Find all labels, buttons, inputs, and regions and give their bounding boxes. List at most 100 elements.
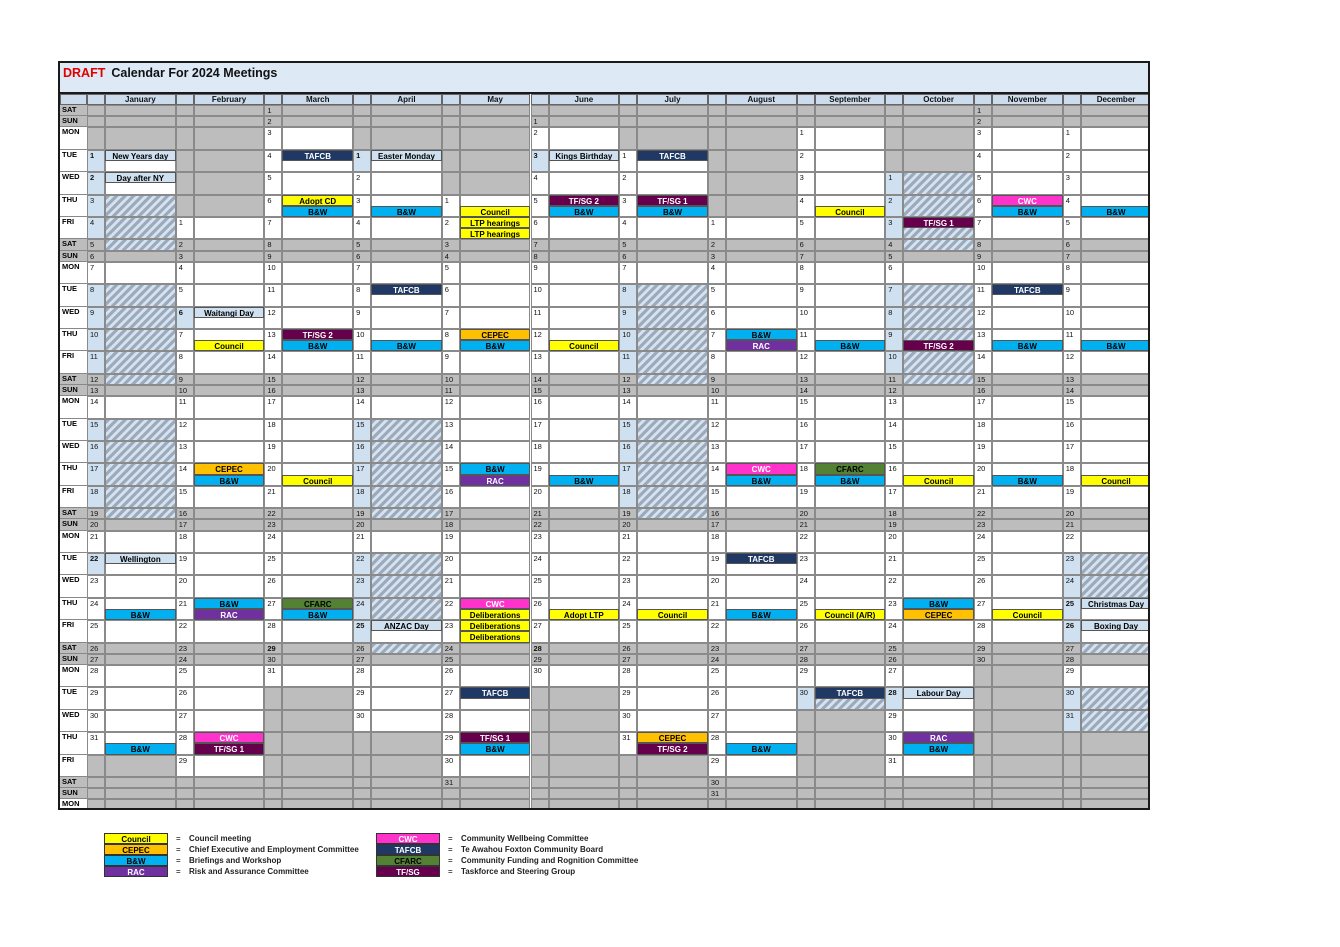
meeting-b-w[interactable]: B&W bbox=[725, 474, 797, 486]
day-number: 30 bbox=[977, 654, 986, 664]
meeting-tafcb[interactable]: TAFCB bbox=[282, 149, 354, 161]
meeting-council[interactable]: Council bbox=[1080, 474, 1148, 486]
meeting-b-w[interactable]: B&W bbox=[1080, 340, 1148, 352]
meeting-b-w[interactable]: B&W bbox=[637, 205, 708, 217]
meeting-b-w[interactable]: B&W bbox=[992, 340, 1063, 352]
meeting-council[interactable]: Council bbox=[992, 609, 1063, 621]
meeting-b-w[interactable]: B&W bbox=[903, 743, 974, 755]
meeting-tf-sg-1[interactable]: TF/SG 1 bbox=[903, 217, 974, 229]
meeting-b-w[interactable]: B&W bbox=[814, 474, 886, 486]
meeting-council[interactable]: Council bbox=[814, 205, 886, 217]
meeting-b-w[interactable]: B&W bbox=[282, 205, 354, 217]
meeting-tafcb[interactable]: TAFCB bbox=[371, 284, 442, 296]
meeting-cwc[interactable]: CWC bbox=[992, 194, 1063, 206]
meeting-cepec[interactable]: CEPEC bbox=[459, 329, 531, 341]
day-events-cell bbox=[371, 788, 442, 800]
meeting-b-w[interactable]: B&W bbox=[992, 205, 1063, 217]
meeting-council[interactable]: Council bbox=[903, 474, 974, 486]
meeting-tf-sg-2[interactable]: TF/SG 2 bbox=[637, 743, 708, 755]
meeting-cwc[interactable]: CWC bbox=[193, 732, 265, 744]
meeting-tf-sg-1[interactable]: TF/SG 1 bbox=[193, 743, 265, 755]
meeting-council[interactable]: Council bbox=[637, 609, 708, 621]
meeting-b-w[interactable]: B&W bbox=[1080, 205, 1148, 217]
day-events-cell bbox=[371, 642, 442, 654]
holiday-label: Christmas Day bbox=[1080, 597, 1148, 609]
meeting-tf-sg-1[interactable]: TF/SG 1 bbox=[459, 732, 531, 744]
meeting-adopt-ltp[interactable]: Adopt LTP bbox=[548, 609, 620, 621]
meeting-cfarc[interactable]: CFARC bbox=[282, 597, 354, 609]
meeting-b-w[interactable]: B&W bbox=[105, 743, 176, 755]
day-number-cell: 12 bbox=[353, 373, 372, 385]
meeting-b-w[interactable]: B&W bbox=[992, 474, 1063, 486]
meeting-rac[interactable]: RAC bbox=[725, 340, 797, 352]
meeting-deliberations[interactable]: Deliberations bbox=[459, 620, 531, 632]
meeting-council-a-r-[interactable]: Council (A/R) bbox=[814, 609, 886, 621]
month-header-february: February bbox=[193, 94, 265, 105]
meeting-cwc[interactable]: CWC bbox=[725, 463, 797, 475]
meeting-council[interactable]: Council bbox=[282, 474, 354, 486]
meeting-b-w[interactable]: B&W bbox=[903, 597, 974, 609]
day-events-cell bbox=[992, 485, 1063, 509]
meeting-tafcb[interactable]: TAFCB bbox=[459, 687, 531, 699]
meeting-b-w[interactable]: B&W bbox=[548, 474, 620, 486]
meeting-tf-sg-2[interactable]: TF/SG 2 bbox=[548, 194, 620, 206]
day-number-cell: 15 bbox=[441, 463, 460, 486]
day-number-cell: 14 bbox=[353, 396, 372, 419]
meeting-council[interactable]: Council bbox=[459, 205, 531, 217]
day-number-cell: 8 bbox=[87, 284, 105, 307]
day-events-cell bbox=[548, 239, 620, 251]
meeting-deliberations[interactable]: Deliberations bbox=[459, 631, 531, 643]
meeting-rac[interactable]: RAC bbox=[459, 474, 531, 486]
meeting-cfarc[interactable]: CFARC bbox=[814, 463, 886, 475]
meeting-tafcb[interactable]: TAFCB bbox=[725, 553, 797, 565]
meeting-deliberations[interactable]: Deliberations bbox=[459, 609, 531, 621]
meeting-b-w[interactable]: B&W bbox=[814, 340, 886, 352]
weekday-label: TUE bbox=[60, 687, 87, 710]
day-number-cell: 10 bbox=[353, 329, 372, 352]
day-number: 19 bbox=[178, 554, 188, 563]
day-events-cell bbox=[193, 665, 265, 688]
meeting-council[interactable]: Council bbox=[193, 340, 265, 352]
meeting-b-w[interactable]: B&W bbox=[371, 340, 442, 352]
meeting-b-w[interactable]: B&W bbox=[548, 205, 620, 217]
meeting-b-w[interactable]: B&W bbox=[105, 609, 176, 621]
meeting-b-w[interactable]: B&W bbox=[193, 597, 265, 609]
meeting-b-w[interactable]: B&W bbox=[725, 743, 797, 755]
day-events-cell bbox=[903, 194, 974, 217]
day-number: 28 bbox=[799, 654, 808, 664]
meeting-council[interactable]: Council bbox=[548, 340, 620, 352]
meeting-cepec[interactable]: CEPEC bbox=[193, 463, 265, 475]
meeting-tafcb[interactable]: TAFCB bbox=[637, 149, 708, 161]
meeting-ltp-hearings[interactable]: LTP hearings bbox=[459, 228, 531, 240]
meeting-tafcb[interactable]: TAFCB bbox=[992, 284, 1063, 296]
meeting-b-w[interactable]: B&W bbox=[725, 609, 797, 621]
day-number: 24 bbox=[356, 598, 365, 608]
day-events-cell bbox=[814, 172, 886, 195]
meeting-cwc[interactable]: CWC bbox=[459, 597, 531, 609]
day-events-cell bbox=[105, 575, 176, 598]
meeting-b-w[interactable]: B&W bbox=[459, 463, 531, 475]
meeting-rac[interactable]: RAC bbox=[193, 609, 265, 621]
meeting-cepec[interactable]: CEPEC bbox=[637, 732, 708, 744]
meeting-cepec[interactable]: CEPEC bbox=[903, 609, 974, 621]
meeting-tf-sg-2[interactable]: TF/SG 2 bbox=[282, 329, 354, 341]
day-events-cell bbox=[992, 172, 1063, 195]
header-num-col bbox=[707, 94, 726, 105]
meeting-b-w[interactable]: B&W bbox=[459, 743, 531, 755]
meeting-b-w[interactable]: B&W bbox=[459, 340, 531, 352]
day-events-cell bbox=[459, 508, 531, 520]
meeting-adopt-cd[interactable]: Adopt CD bbox=[282, 194, 354, 206]
meeting-b-w[interactable]: B&W bbox=[725, 329, 797, 341]
day-events-cell bbox=[992, 239, 1063, 251]
meeting-rac[interactable]: RAC bbox=[903, 732, 974, 744]
meeting-b-w[interactable]: B&W bbox=[371, 205, 442, 217]
meeting-b-w[interactable]: B&W bbox=[282, 609, 354, 621]
meeting-tafcb[interactable]: TAFCB bbox=[814, 687, 886, 699]
day-number-cell: 24 bbox=[87, 597, 105, 621]
meeting-b-w[interactable]: B&W bbox=[282, 340, 354, 352]
meeting-tf-sg-2[interactable]: TF/SG 2 bbox=[903, 340, 974, 352]
meeting-ltp-hearings[interactable]: LTP hearings bbox=[459, 217, 531, 229]
meeting-tf-sg-1[interactable]: TF/SG 1 bbox=[637, 194, 708, 206]
day-number-cell: 21 bbox=[885, 553, 904, 576]
meeting-b-w[interactable]: B&W bbox=[193, 474, 265, 486]
